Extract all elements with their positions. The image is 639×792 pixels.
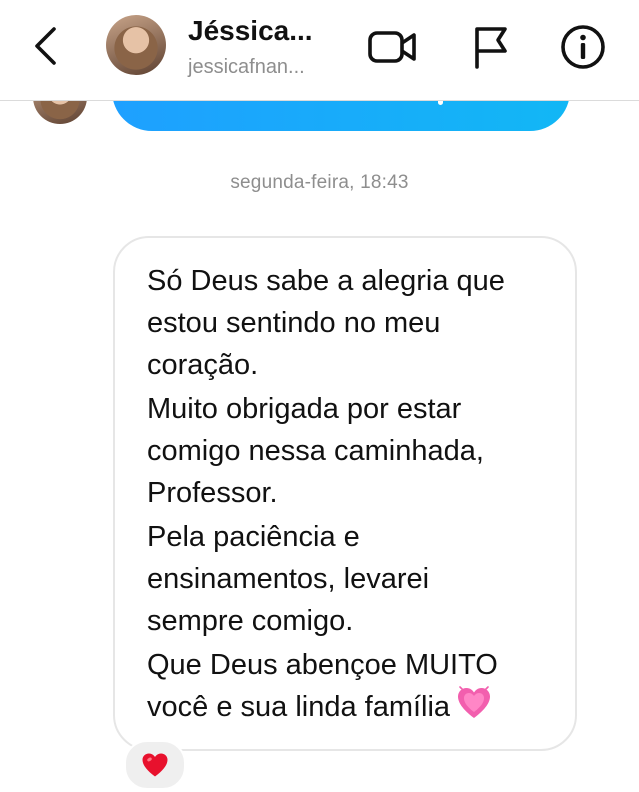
message-paragraph: Muito obrigada por estar comigo nessa ca… bbox=[147, 388, 565, 514]
received-message-bubble[interactable]: Só Deus sabe a alegria que estou sentind… bbox=[113, 236, 577, 751]
message-timestamp: segunda-feira, 18:43 bbox=[230, 172, 409, 193]
message-paragraph: Só Deus sabe a alegria que estou sentind… bbox=[147, 260, 565, 386]
contact-name: Jéssica... bbox=[188, 15, 313, 46]
message-line-with-emoji: você e sua linda família bbox=[147, 686, 565, 732]
back-button[interactable] bbox=[24, 22, 68, 70]
message-line: coração. bbox=[147, 349, 259, 381]
message-line: Muito obrigada por estar bbox=[147, 393, 462, 425]
message-line: estou sentindo no meu bbox=[147, 307, 441, 339]
video-camera-icon bbox=[368, 31, 416, 63]
message-line: Professor. bbox=[147, 477, 278, 509]
message-line: Pela paciência e bbox=[147, 521, 360, 553]
growing-heart-emoji-icon bbox=[456, 686, 492, 732]
message-line: você e sua linda família bbox=[147, 691, 451, 723]
info-icon bbox=[561, 25, 605, 69]
avatar-image bbox=[106, 15, 166, 75]
video-call-button[interactable] bbox=[366, 22, 420, 72]
thread-header: Jéssica... jessicafnan... bbox=[0, 0, 639, 101]
red-heart-icon bbox=[142, 753, 168, 777]
chevron-left-icon bbox=[35, 27, 56, 65]
contact-title[interactable]: Jéssica... jessicafnan... bbox=[188, 14, 353, 80]
flag-icon bbox=[475, 27, 507, 69]
info-button[interactable] bbox=[556, 22, 610, 72]
report-button[interactable] bbox=[464, 22, 518, 72]
message-line: Que Deus abençoe MUITO bbox=[147, 649, 498, 681]
message-paragraph: Pela paciência e ensinamentos, levarei s… bbox=[147, 516, 565, 642]
message-line: comigo nessa caminhada, bbox=[147, 435, 484, 467]
message-line: Só Deus sabe a alegria que bbox=[147, 265, 505, 297]
message-line: sempre comigo. bbox=[147, 605, 354, 637]
contact-username: jessicafnan... bbox=[188, 56, 305, 78]
message-line: ensinamentos, levarei bbox=[147, 563, 430, 595]
message-paragraph: Que Deus abençoe MUITO você e sua linda … bbox=[147, 644, 565, 732]
contact-avatar[interactable] bbox=[106, 15, 166, 75]
dm-thread-screen: Jéssica... jessicafnan... segunda-feira,… bbox=[0, 0, 639, 792]
message-reaction[interactable] bbox=[124, 740, 186, 790]
